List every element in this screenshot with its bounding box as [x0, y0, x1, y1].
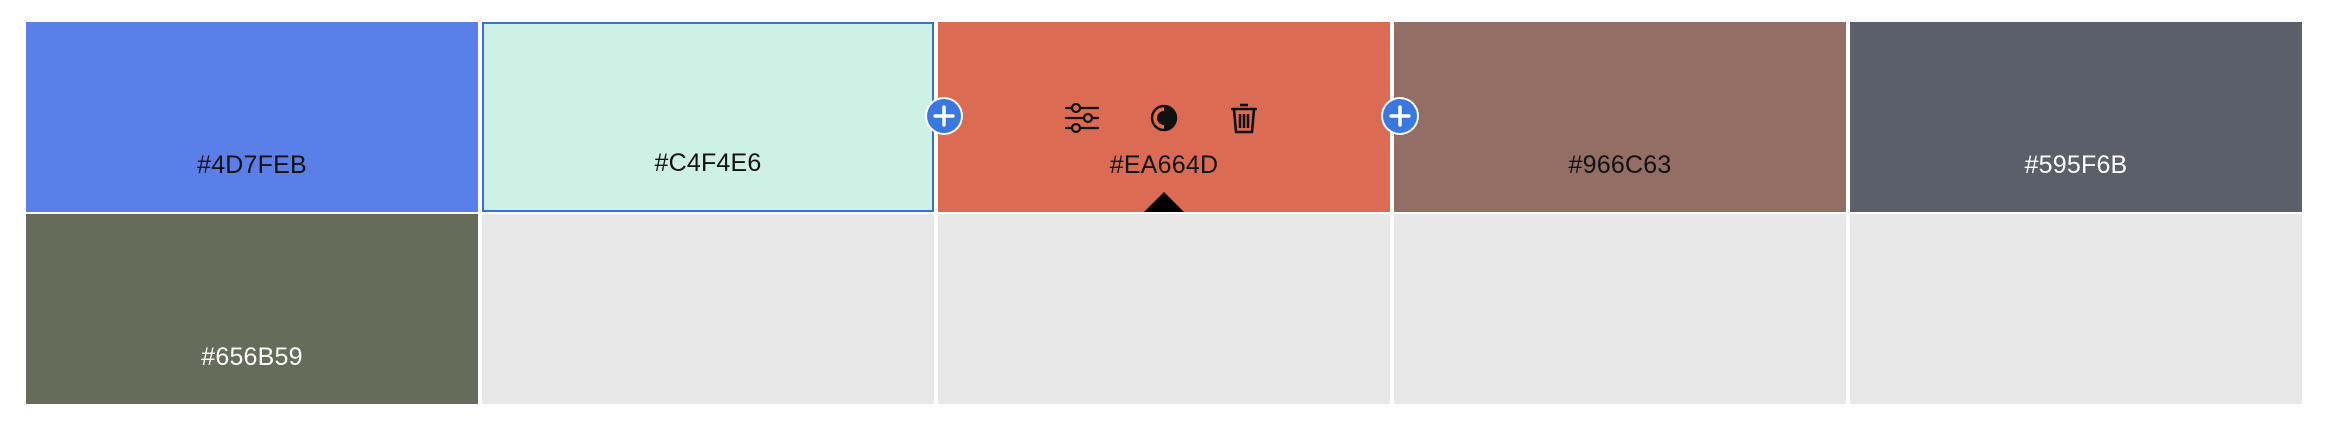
swatch-label: #C4F4E6 — [654, 149, 762, 177]
plus-circle-icon — [1389, 105, 1411, 127]
delete-button[interactable] — [1224, 98, 1264, 138]
adjust-button[interactable] — [1062, 98, 1102, 138]
empty-slot[interactable] — [482, 214, 934, 404]
palette-grid: #4D7FEB #C4F4E6 #EA664D #966C63 #595F6B … — [26, 22, 2308, 404]
contrast-icon — [1150, 104, 1178, 132]
swatch-5[interactable]: #595F6B — [1850, 22, 2302, 212]
insert-color-button-left[interactable] — [927, 99, 961, 133]
swatch-toolbar — [938, 98, 1390, 138]
swatch-1[interactable]: #4D7FEB — [26, 22, 478, 212]
swatch-2-selected[interactable]: #C4F4E6 — [482, 22, 934, 212]
insert-color-button-right[interactable] — [1383, 99, 1417, 133]
trash-icon — [1231, 103, 1257, 134]
empty-slot[interactable] — [1394, 214, 1846, 404]
swatch-label: #EA664D — [1109, 151, 1219, 179]
empty-slot[interactable] — [1850, 214, 2302, 404]
swatch-4[interactable]: #966C63 — [1394, 22, 1846, 212]
contrast-button[interactable] — [1144, 98, 1184, 138]
swatch-6[interactable]: #656B59 — [26, 214, 478, 404]
swatch-3-active[interactable]: #EA664D — [938, 22, 1390, 212]
swatch-label: #595F6B — [2024, 151, 2128, 179]
swatch-label: #966C63 — [1568, 151, 1672, 179]
swatch-label: #656B59 — [201, 343, 303, 371]
expand-caret-icon[interactable] — [1144, 192, 1184, 212]
swatch-label: #4D7FEB — [197, 151, 307, 179]
empty-slot[interactable] — [938, 214, 1390, 404]
plus-circle-icon — [933, 105, 955, 127]
sliders-icon — [1064, 102, 1100, 134]
